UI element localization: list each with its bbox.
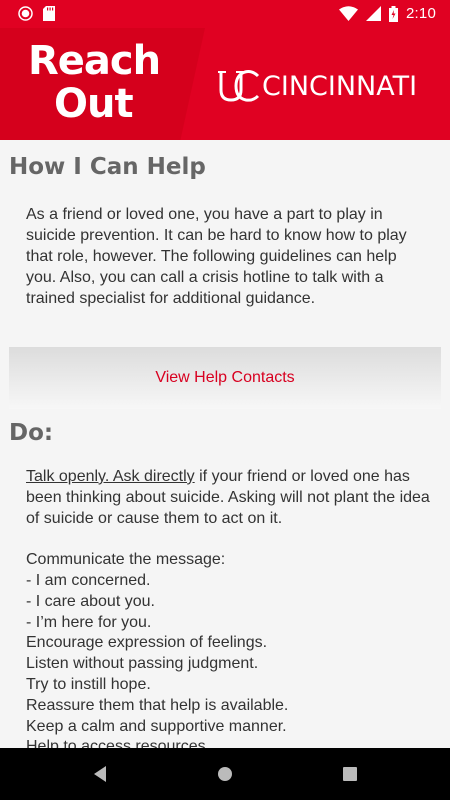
talk-openly-link[interactable]: Talk openly. Ask directly <box>26 468 195 485</box>
do-first-paragraph: Talk openly. Ask directly if your friend… <box>26 467 430 529</box>
recording-icon <box>18 6 33 21</box>
view-help-contacts-button[interactable]: View Help Contacts <box>9 347 441 409</box>
list-item: Reassure them that help is available. <box>26 696 289 714</box>
sd-card-icon <box>43 6 55 21</box>
list-item: Keep a calm and supportive manner. <box>26 717 287 735</box>
list-item: - I am concerned. <box>26 571 151 589</box>
how-i-can-help-title: How I Can Help <box>9 154 206 180</box>
list-item: Communicate the message: <box>26 551 226 569</box>
uc-brand-text: CINCINNATI <box>262 70 418 102</box>
uc-monogram-icon <box>218 70 260 102</box>
content-scroll-area[interactable]: How I Can Help As a friend or loved one,… <box>0 140 450 748</box>
home-icon[interactable] <box>216 764 234 784</box>
signal-icon <box>366 6 381 21</box>
wifi-icon <box>339 6 358 21</box>
list-item: Encourage expression of feelings. <box>26 634 268 652</box>
status-left-icons <box>18 6 55 21</box>
list-item: Listen without passing judgment. <box>26 655 259 673</box>
status-right-icons: 2:10 <box>339 5 436 22</box>
app-title-logo: Reach Out <box>28 38 161 127</box>
uc-cincinnati-logo: CINCINNATI <box>218 66 417 106</box>
app-title-line1: Reach <box>28 38 161 84</box>
back-icon[interactable] <box>91 764 109 784</box>
list-item: Try to instill hope. <box>26 675 151 693</box>
list-item: Help to access resources. <box>26 738 211 748</box>
recents-icon[interactable] <box>341 764 359 784</box>
status-bar: 2:10 <box>0 0 450 28</box>
do-guideline-list: Communicate the message: - I am concerne… <box>26 550 430 748</box>
app-header: Reach Out CINCINNATI <box>0 28 450 140</box>
intro-paragraph: As a friend or loved one, you have a par… <box>26 206 407 307</box>
app-title-line2: Out <box>54 81 134 127</box>
do-section-body: Talk openly. Ask directly if your friend… <box>26 467 430 748</box>
system-navigation-bar <box>0 748 450 800</box>
list-item: - I care about you. <box>26 592 155 610</box>
do-section-title: Do: <box>9 420 54 446</box>
list-item: - I’m here for you. <box>26 613 152 631</box>
battery-icon <box>389 5 398 22</box>
status-time: 2:10 <box>406 5 436 22</box>
